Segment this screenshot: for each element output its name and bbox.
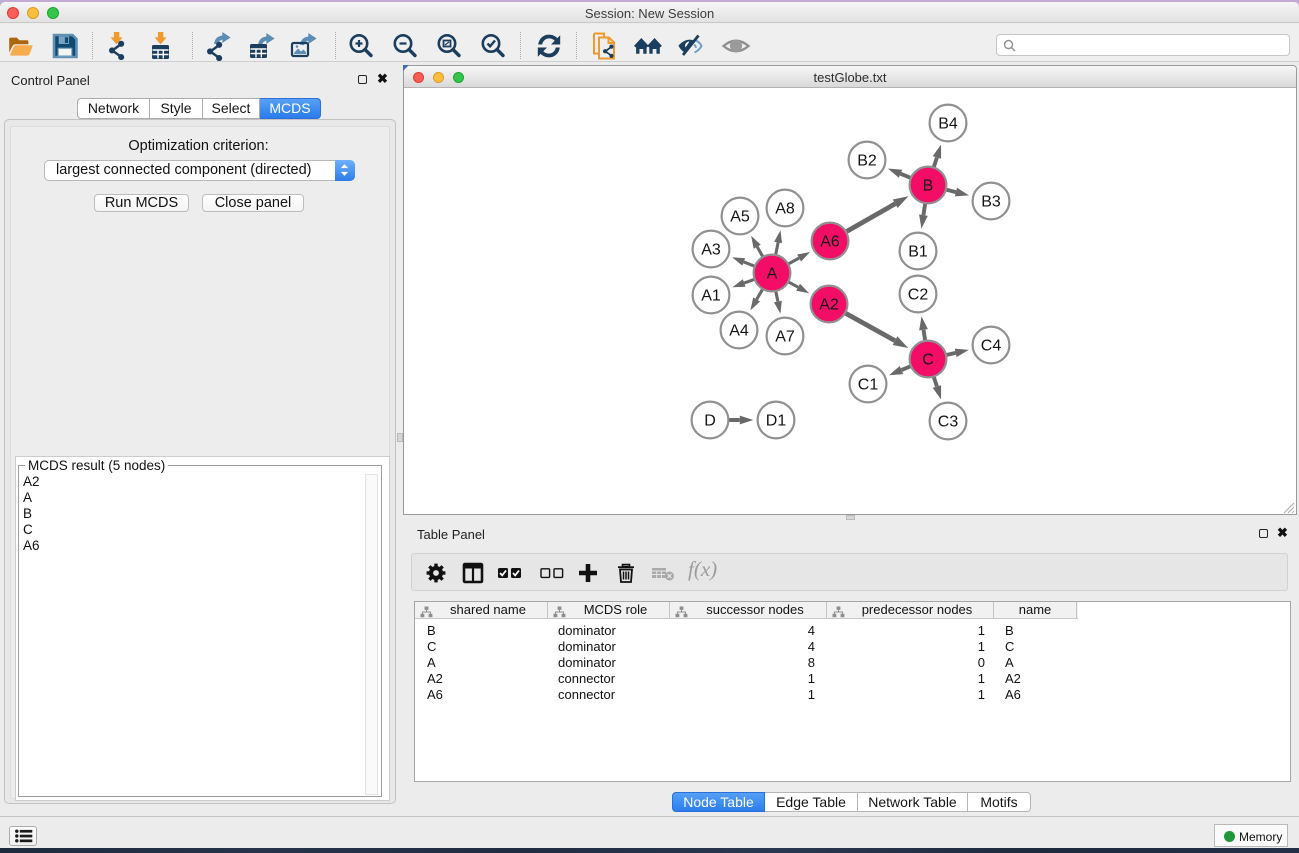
svg-text:A1: A1 [701, 288, 721, 305]
svg-text:D1: D1 [766, 413, 787, 430]
svg-text:A8: A8 [775, 201, 795, 218]
svg-text:B: B [923, 178, 934, 195]
svg-text:C2: C2 [908, 287, 929, 304]
svg-text:B1: B1 [908, 244, 928, 261]
svg-text:A6: A6 [820, 234, 840, 251]
svg-text:C1: C1 [858, 377, 879, 394]
svg-text:C3: C3 [938, 414, 959, 431]
svg-text:C: C [922, 352, 934, 369]
svg-text:D: D [704, 413, 716, 430]
svg-text:A4: A4 [729, 323, 749, 340]
svg-text:C4: C4 [981, 338, 1002, 355]
svg-text:A3: A3 [701, 242, 721, 259]
svg-text:B3: B3 [981, 194, 1001, 211]
svg-text:A: A [767, 266, 778, 283]
svg-text:B2: B2 [857, 153, 877, 170]
svg-text:B4: B4 [938, 116, 958, 133]
svg-text:A2: A2 [819, 297, 839, 314]
svg-text:A7: A7 [775, 329, 795, 346]
svg-text:A5: A5 [730, 209, 750, 226]
